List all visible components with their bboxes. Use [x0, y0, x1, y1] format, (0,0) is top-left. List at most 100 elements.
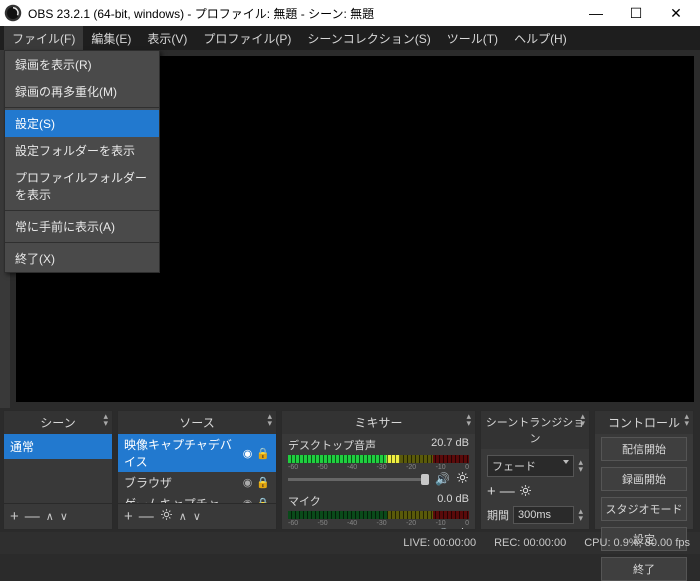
spinner-icon[interactable]: ▴▾ [578, 508, 583, 522]
meter-ticks: -60-50-40-30-20-100 [288, 520, 469, 527]
source-label: ゲームキャプチャ [124, 495, 220, 503]
title-bar: OBS 23.2.1 (64-bit, windows) - プロファイル: 無… [0, 0, 700, 26]
start-record-button[interactable]: 録画開始 [601, 467, 687, 491]
duration-label: 期間 [487, 507, 509, 523]
menu-item-exit[interactable]: 終了(X) [5, 245, 159, 272]
remove-transition-button[interactable]: — [500, 483, 515, 500]
menu-view[interactable]: 表示(V) [139, 26, 195, 51]
menu-edit[interactable]: 編集(E) [83, 26, 139, 51]
sources-toolbar: + — ∧ ∨ [118, 503, 276, 529]
transition-select[interactable]: フェード [487, 455, 574, 477]
menu-bar: ファイル(F) 編集(E) 表示(V) プロファイル(P) シーンコレクション(… [0, 26, 700, 50]
menu-item-show-settings-folder[interactable]: 設定フォルダーを表示 [5, 137, 159, 164]
source-properties-button[interactable] [160, 508, 173, 525]
transitions-title: シーントランジション [486, 417, 584, 445]
vu-meter [288, 511, 469, 519]
status-bar: LIVE: 00:00:00 REC: 00:00:00 CPU: 0.9%, … [0, 532, 700, 554]
vu-meter [288, 455, 469, 463]
duration-input[interactable]: 300ms [513, 506, 574, 524]
bottom-dock: シーン ▴▾ 通常 + — ∧ ∨ ソース ▴▾ 映像キャプチャデバイス ◉ 🔒 [0, 408, 700, 532]
gear-icon[interactable] [456, 471, 469, 487]
file-menu-dropdown: 録画を表示(R) 録画の再多重化(M) 設定(S) 設定フォルダーを表示 プロフ… [4, 50, 160, 273]
source-label: ブラウザ [124, 474, 172, 491]
menu-item-settings[interactable]: 設定(S) [5, 110, 159, 137]
add-scene-button[interactable]: + [10, 508, 19, 525]
controls-panel: コントロール ▴▾ 配信開始 録画開始 スタジオモード 設定 終了 [594, 410, 694, 530]
visibility-icon[interactable]: ◉ [243, 476, 253, 489]
panel-collapse-icon[interactable]: ▴▾ [267, 413, 272, 427]
menu-tools[interactable]: ツール(T) [439, 26, 506, 51]
menu-file[interactable]: ファイル(F) [4, 26, 83, 51]
controls-header: コントロール ▴▾ [595, 411, 693, 434]
scene-item[interactable]: 通常 [4, 434, 112, 459]
close-button[interactable]: ✕ [656, 0, 696, 26]
status-rec: REC: 00:00:00 [494, 537, 566, 549]
menu-separator [5, 242, 159, 243]
mixer-header: ミキサー ▴▾ [282, 411, 475, 434]
channel-name: マイク [288, 493, 321, 509]
meter-ticks: -60-50-40-30-20-100 [288, 464, 469, 471]
source-down-button[interactable]: ∨ [193, 510, 201, 523]
maximize-button[interactable]: ☐ [616, 0, 656, 26]
sources-list: 映像キャプチャデバイス ◉ 🔒 ブラウザ ◉ 🔒 ゲームキャプチャ ◉ 🔒 [118, 434, 276, 503]
controls-title: コントロール [608, 416, 680, 430]
panel-collapse-icon[interactable]: ▴▾ [466, 413, 471, 427]
status-cpu: CPU: 0.9%, 30.00 fps [584, 537, 690, 549]
lock-icon[interactable]: 🔒 [256, 447, 270, 460]
studio-mode-button[interactable]: スタジオモード [601, 497, 687, 521]
menu-scene-collection[interactable]: シーンコレクション(S) [299, 26, 438, 51]
source-label: 映像キャプチャデバイス [124, 436, 239, 470]
remove-scene-button[interactable]: — [25, 508, 40, 525]
transitions-panel: シーントランジション ▴▾ フェード ▴▾ + — 期間 300ms ▴▾ [480, 410, 590, 530]
scene-up-button[interactable]: ∧ [46, 510, 54, 523]
minimize-button[interactable]: — [576, 0, 616, 26]
scenes-title: シーン [40, 416, 75, 430]
source-up-button[interactable]: ∧ [179, 510, 187, 523]
exit-button[interactable]: 終了 [601, 557, 687, 581]
source-item[interactable]: ゲームキャプチャ ◉ 🔒 [118, 493, 276, 503]
window-title: OBS 23.2.1 (64-bit, windows) - プロファイル: 無… [28, 5, 576, 22]
channel-db: 0.0 dB [437, 493, 469, 509]
visibility-icon[interactable]: ◉ [243, 447, 253, 460]
scene-down-button[interactable]: ∨ [60, 510, 68, 523]
speaker-icon[interactable]: 🔊 [435, 472, 450, 486]
add-transition-button[interactable]: + [487, 483, 496, 500]
menu-separator [5, 210, 159, 211]
sources-header: ソース ▴▾ [118, 411, 276, 434]
gear-icon[interactable] [456, 527, 469, 529]
source-item[interactable]: 映像キャプチャデバイス ◉ 🔒 [118, 434, 276, 472]
panel-collapse-icon[interactable]: ▴▾ [580, 413, 585, 427]
transitions-header: シーントランジション ▴▾ [481, 411, 589, 449]
transitions-body: フェード ▴▾ + — 期間 300ms ▴▾ [481, 449, 589, 530]
scenes-toolbar: + — ∧ ∨ [4, 503, 112, 529]
menu-help[interactable]: ヘルプ(H) [506, 26, 575, 51]
scenes-header: シーン ▴▾ [4, 411, 112, 434]
menu-item-show-recordings[interactable]: 録画を表示(R) [5, 51, 159, 78]
spinner-icon[interactable]: ▴▾ [578, 459, 583, 473]
panel-collapse-icon[interactable]: ▴▾ [684, 413, 689, 427]
speaker-icon[interactable]: 🔊 [435, 528, 450, 529]
menu-item-always-on-top[interactable]: 常に手前に表示(A) [5, 213, 159, 240]
mixer-title: ミキサー [354, 416, 402, 430]
mixer-channel-desktop: デスクトップ音声 20.7 dB -60-50-40-30-20-100 🔊 [282, 434, 475, 490]
gear-icon[interactable] [519, 484, 532, 500]
channel-db: 20.7 dB [431, 437, 469, 453]
menu-item-remux[interactable]: 録画の再多重化(M) [5, 78, 159, 105]
add-source-button[interactable]: + [124, 508, 133, 525]
panel-collapse-icon[interactable]: ▴▾ [103, 413, 108, 427]
source-item[interactable]: ブラウザ ◉ 🔒 [118, 472, 276, 493]
status-live: LIVE: 00:00:00 [403, 537, 476, 549]
scenes-panel: シーン ▴▾ 通常 + — ∧ ∨ [3, 410, 113, 530]
menu-item-show-profile-folder[interactable]: プロファイルフォルダーを表示 [5, 164, 159, 208]
lock-icon[interactable]: 🔒 [256, 476, 270, 489]
start-stream-button[interactable]: 配信開始 [601, 437, 687, 461]
obs-logo-icon [4, 4, 22, 22]
sources-title: ソース [179, 416, 214, 430]
mixer-channel-mic: マイク 0.0 dB -60-50-40-30-20-100 🔊 [282, 490, 475, 529]
volume-slider[interactable] [288, 478, 429, 481]
channel-name: デスクトップ音声 [288, 437, 376, 453]
remove-source-button[interactable]: — [139, 508, 154, 525]
menu-profile[interactable]: プロファイル(P) [195, 26, 299, 51]
sources-panel: ソース ▴▾ 映像キャプチャデバイス ◉ 🔒 ブラウザ ◉ 🔒 ゲームキャプチャ [117, 410, 277, 530]
scenes-list: 通常 [4, 434, 112, 503]
